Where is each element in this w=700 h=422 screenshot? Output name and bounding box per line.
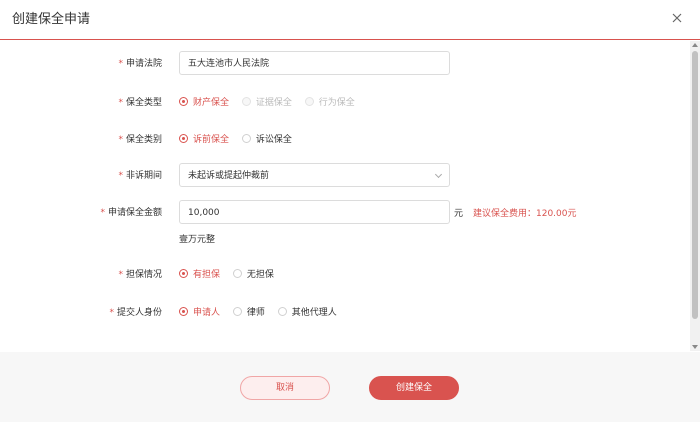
submitter-identity-row: * 提交人身份 申请人 律师 其他代理人 [0, 300, 690, 324]
chevron-down-icon [434, 170, 443, 179]
scroll-down-icon[interactable] [692, 345, 698, 349]
radio-conduct-preservation: 行为保全 [304, 95, 355, 108]
radio-litigation[interactable]: 诉讼保全 [241, 132, 292, 145]
create-preservation-dialog: 创建保全申请 * 申请法院 五大连池市人民法院 * 保全类型 财产保全 证据保全 行… [0, 0, 700, 422]
dialog-footer [0, 352, 700, 422]
court-input[interactable]: 五大连池市人民法院 [179, 51, 450, 75]
radio-checked-icon [179, 269, 188, 278]
guarantee-row: * 担保情况 有担保 无担保 [0, 262, 690, 286]
suggested-fee: 建议保全费用：120.00元 [473, 209, 577, 219]
dialog-body: * 申请法院 五大连池市人民法院 * 保全类型 财产保全 证据保全 行为保全 * 保全… [0, 40, 700, 352]
submitter-identity-radio-group: 申请人 律师 其他代理人 [179, 305, 347, 318]
non-litigation-period-row: * 非诉期间 未起诉或提起仲裁前 [0, 163, 690, 187]
radio-unchecked-icon [232, 269, 242, 278]
vertical-scrollbar[interactable] [690, 41, 700, 351]
close-icon[interactable] [672, 13, 686, 27]
guarantee-radio-group: 有担保 无担保 [179, 267, 284, 280]
radio-disabled-icon [304, 97, 314, 106]
preservation-category-label: * 保全类别 [118, 135, 162, 145]
dialog-header: 创建保全申请 [0, 0, 700, 40]
radio-lawyer[interactable]: 律师 [232, 305, 265, 318]
preservation-type-label: * 保全类型 [118, 98, 162, 108]
scrollbar-thumb[interactable] [692, 51, 698, 319]
amount-row: * 申请保全金额 10,000 元 建议保全费用：120.00元 壹万元整 [0, 200, 690, 245]
radio-disabled-icon [241, 97, 251, 106]
radio-applicant[interactable]: 申请人 [179, 305, 220, 318]
amount-label: * 申请保全金额 [100, 208, 162, 218]
court-row: * 申请法院 五大连池市人民法院 [0, 51, 690, 75]
amount-input[interactable]: 10,000 [179, 200, 450, 224]
non-litigation-period-value: 未起诉或提起仲裁前 [188, 171, 270, 181]
preservation-type-row: * 保全类型 财产保全 证据保全 行为保全 [0, 90, 690, 114]
dialog-title: 创建保全申请 [12, 12, 91, 27]
amount-in-words: 壹万元整 [179, 235, 216, 245]
preservation-type-radio-group: 财产保全 证据保全 行为保全 [179, 95, 365, 108]
non-litigation-period-select[interactable]: 未起诉或提起仲裁前 [179, 163, 450, 187]
cancel-button[interactable]: 取消 [240, 376, 330, 400]
radio-other-agent[interactable]: 其他代理人 [277, 305, 337, 318]
court-label: * 申请法院 [118, 59, 162, 69]
radio-checked-icon [179, 134, 188, 143]
radio-unchecked-icon [232, 307, 242, 316]
preservation-category-radio-group: 诉前保全 诉讼保全 [179, 132, 302, 145]
preservation-category-row: * 保全类别 诉前保全 诉讼保全 [0, 127, 690, 151]
submitter-identity-label: * 提交人身份 [109, 308, 162, 318]
radio-pre-litigation[interactable]: 诉前保全 [179, 132, 229, 145]
radio-without-guarantee[interactable]: 无担保 [232, 267, 274, 280]
guarantee-label: * 担保情况 [118, 270, 162, 280]
create-preservation-button[interactable]: 创建保全 [369, 376, 459, 400]
scroll-up-icon[interactable] [692, 43, 698, 47]
radio-checked-icon [179, 307, 188, 316]
radio-checked-icon [179, 97, 188, 106]
radio-evidence-preservation: 证据保全 [241, 95, 292, 108]
radio-with-guarantee[interactable]: 有担保 [179, 267, 220, 280]
radio-property-preservation[interactable]: 财产保全 [179, 95, 229, 108]
amount-unit: 元 [454, 209, 464, 219]
radio-unchecked-icon [241, 134, 251, 143]
radio-unchecked-icon [277, 307, 287, 316]
non-litigation-period-label: * 非诉期间 [118, 171, 162, 181]
